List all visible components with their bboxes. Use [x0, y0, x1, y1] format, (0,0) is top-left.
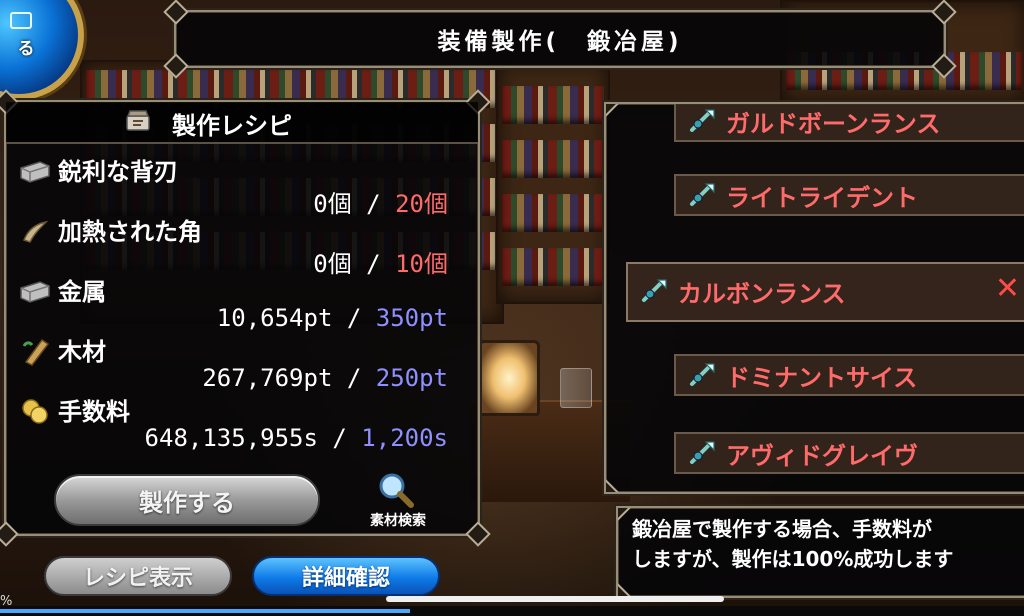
message-box: 鍛冶屋で製作する場合、手数料が しますが、製作は100%成功します — [616, 506, 1024, 598]
trident-icon — [690, 183, 715, 206]
bookshelf-center — [496, 60, 610, 304]
material-quantity: 10,654pt / 350pt — [216, 304, 448, 332]
progress-label: % — [0, 594, 13, 609]
craft-button[interactable]: 製作する — [54, 474, 320, 526]
material-row: 鋭利な背刃 0個 / 20個 — [18, 154, 448, 218]
back-orb-label: る — [17, 39, 35, 59]
list-item[interactable]: ライトライデント — [674, 174, 1024, 216]
item-name: カルボンランス — [678, 280, 846, 308]
list-item[interactable]: ドミナントサイス — [674, 354, 1024, 396]
material-name: 金属 — [58, 278, 106, 306]
wood-log-icon — [22, 338, 50, 366]
page-title: 装備製作( 鍛冶屋) — [437, 29, 683, 55]
home-indicator[interactable] — [386, 596, 724, 602]
message-line: しますが、製作は100%成功します — [632, 547, 954, 571]
list-item-selected[interactable]: カルボンランス ✕ — [626, 262, 1024, 322]
material-quantity: 267,769pt / 250pt — [202, 364, 448, 392]
close-icon[interactable]: ✕ — [995, 274, 1020, 304]
material-name: 木材 — [58, 338, 106, 366]
details-button[interactable]: 詳細確認 — [252, 556, 440, 596]
item-list-panel: ガルドボーンランス ライトライデント カルボンランス ✕ ドミナントサイス アヴ… — [604, 102, 1024, 494]
material-row: 木材 267,769pt / 250pt — [18, 334, 448, 394]
material-row: 手数料 648,135,955s / 1,200s — [18, 394, 448, 454]
blade-icon — [20, 161, 50, 183]
recipe-panel: 製作レシピ 鋭利な背刃 0個 / 20個 加熱された角 0個 / 10個 金属 … — [0, 89, 491, 547]
recipe-book-icon — [126, 110, 150, 131]
message-line: 鍛冶屋で製作する場合、手数料が — [632, 517, 932, 541]
recipe-title: 製作レシピ — [172, 112, 292, 140]
item-name: ガルドボーンランス — [726, 110, 941, 138]
material-name: 手数料 — [58, 398, 130, 426]
item-name: アヴィドグレイヴ — [726, 442, 918, 470]
material-row: 加熱された角 0個 / 10個 — [18, 214, 448, 278]
list-item[interactable]: アヴィドグレイヴ — [674, 432, 1024, 474]
list-item[interactable]: ガルドボーンランス — [674, 104, 1024, 142]
material-name: 鋭利な背刃 — [58, 158, 178, 186]
progress-fill — [0, 609, 410, 613]
item-name: ドミナントサイス — [726, 364, 918, 392]
lantern — [478, 340, 540, 416]
metal-ingot-icon — [20, 281, 50, 303]
recipe-header: 製作レシピ — [6, 102, 478, 144]
material-name: 加熱された角 — [58, 218, 202, 246]
item-name: ライトライデント — [726, 184, 918, 212]
title-bar: 装備製作( 鍛冶屋) — [163, 0, 957, 79]
material-row: 金属 10,654pt / 350pt — [18, 274, 448, 334]
horn-icon — [23, 220, 49, 243]
material-search-button[interactable]: 素材検索 — [356, 472, 436, 532]
recipe-view-button[interactable]: レシピ表示 — [44, 556, 232, 596]
progress-bar — [0, 606, 1024, 616]
message-text: 鍛冶屋で製作する場合、手数料が しますが、製作は100%成功します — [632, 514, 953, 574]
material-search-label: 素材検索 — [370, 513, 426, 529]
material-quantity: 648,135,955s / 1,200s — [144, 424, 448, 452]
lance-icon — [642, 279, 667, 302]
magnifier-icon — [379, 473, 414, 508]
scythe-icon — [690, 363, 715, 386]
window-icon — [10, 12, 32, 29]
glass — [560, 368, 592, 408]
glaive-icon — [690, 441, 715, 464]
coin-icon — [22, 399, 48, 424]
lance-icon — [690, 109, 715, 132]
